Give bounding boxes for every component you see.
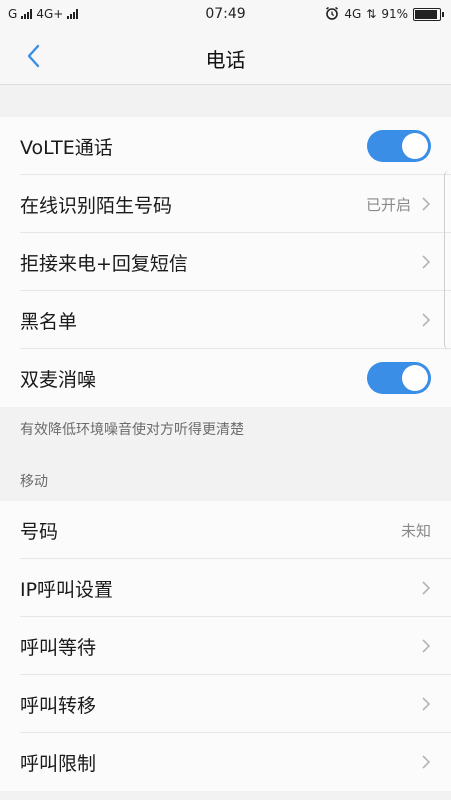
chevron-left-icon (27, 44, 40, 68)
blacklist-row[interactable]: 黑名单 (0, 291, 451, 349)
signal-bars-icon-2 (67, 9, 79, 19)
volte-row[interactable]: VoLTE通话 (0, 117, 451, 175)
chevron-right-icon (422, 255, 431, 269)
carrier-label-2: 4G+ (36, 7, 64, 21)
dual-mic-hint: 有效降低环境噪音使对方听得更清楚 (20, 422, 244, 438)
back-button[interactable] (18, 40, 48, 72)
chevron-right-icon (422, 197, 431, 211)
chevron-right-icon (422, 697, 431, 711)
stranger-id-value: 已开启 (365, 195, 411, 214)
chevron-right-icon (422, 581, 431, 595)
data-arrows-icon: ⇅ (366, 7, 377, 21)
chevron-right-icon (422, 639, 431, 653)
call-forwarding-label: 呼叫转移 (20, 694, 97, 717)
call-settings-group: VoLTE通话 在线识别陌生号码 已开启 拒接来电+回复短信 黑名单 双麦消噪 (0, 117, 451, 407)
toggle-knob (402, 365, 428, 391)
volte-toggle[interactable] (367, 130, 431, 162)
stranger-id-label: 在线识别陌生号码 (20, 194, 173, 217)
edge-scroll-indicator (444, 170, 451, 350)
status-bar: G 4G+ 07:49 4G ⇅ 91% (0, 0, 451, 28)
number-row[interactable]: 号码 未知 (0, 501, 451, 559)
ip-call-row[interactable]: IP呼叫设置 (0, 559, 451, 617)
signal-group: G 4G+ (8, 7, 79, 21)
network-type-label: 4G (344, 7, 362, 21)
number-value: 未知 (400, 521, 431, 540)
page-title: 电话 (205, 48, 246, 72)
carrier-label-1: G (8, 7, 18, 21)
dual-mic-label: 双麦消噪 (20, 368, 97, 391)
call-waiting-row[interactable]: 呼叫等待 (0, 617, 451, 675)
chevron-right-icon (422, 313, 431, 327)
mobile-settings-group: 号码 未知 IP呼叫设置 呼叫等待 呼叫转移 呼叫限制 (0, 501, 451, 791)
stranger-id-row[interactable]: 在线识别陌生号码 已开启 (0, 175, 451, 233)
call-waiting-label: 呼叫等待 (20, 636, 97, 659)
alarm-icon (325, 6, 339, 23)
signal-bars-icon (21, 9, 33, 19)
reject-sms-label: 拒接来电+回复短信 (20, 252, 188, 275)
volte-label: VoLTE通话 (20, 136, 113, 159)
reject-sms-row[interactable]: 拒接来电+回复短信 (0, 233, 451, 291)
status-icons: 4G ⇅ 91% (325, 6, 444, 23)
call-forwarding-row[interactable]: 呼叫转移 (0, 675, 451, 733)
toggle-knob (402, 133, 428, 159)
section-header-mobile: 移动 (20, 474, 48, 490)
battery-percent: 91% (381, 7, 408, 21)
nav-bar: 电话 (0, 28, 451, 85)
ip-call-label: IP呼叫设置 (20, 578, 114, 601)
call-barring-label: 呼叫限制 (20, 752, 97, 775)
dual-mic-row[interactable]: 双麦消噪 (0, 349, 451, 407)
call-barring-row[interactable]: 呼叫限制 (0, 733, 451, 791)
number-label: 号码 (20, 520, 59, 543)
blacklist-label: 黑名单 (20, 310, 78, 333)
stranger-id-right: 已开启 (366, 194, 431, 215)
battery-icon (413, 7, 444, 21)
chevron-right-icon (422, 755, 431, 769)
dual-mic-toggle[interactable] (367, 362, 431, 394)
